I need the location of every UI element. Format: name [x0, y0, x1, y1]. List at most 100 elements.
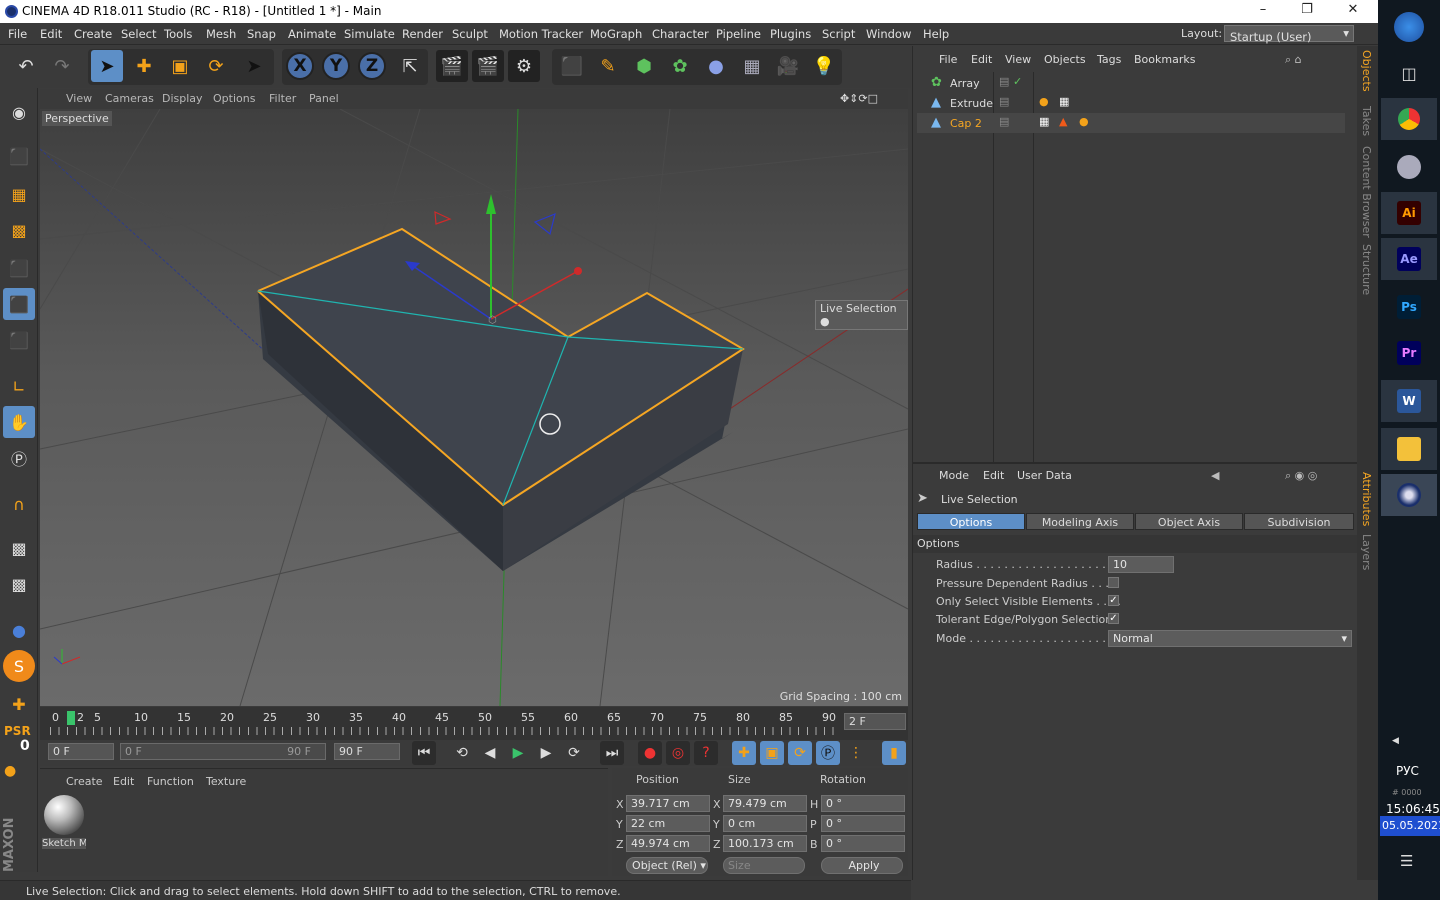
- object-name-array[interactable]: Array: [950, 77, 980, 90]
- after-effects-taskbar-button[interactable]: Ae: [1381, 238, 1437, 280]
- object-name-cap2[interactable]: Cap 2: [950, 117, 982, 130]
- language-indicator[interactable]: РУС: [1396, 764, 1419, 778]
- tolerant-selection-checkbox[interactable]: ✓: [1108, 613, 1119, 624]
- rotation-h-field[interactable]: 0 °: [821, 795, 905, 812]
- chrome-taskbar-button[interactable]: [1381, 98, 1437, 140]
- mat-menu-function[interactable]: Function: [147, 775, 194, 788]
- render-picture-viewer-icon[interactable]: 🎬: [472, 50, 504, 82]
- y-axis-lock-button[interactable]: Y: [322, 52, 350, 80]
- explorer-taskbar-button[interactable]: [1381, 428, 1437, 470]
- task-view-icon[interactable]: ◫: [1381, 52, 1437, 94]
- sculpt-icon[interactable]: ●: [3, 614, 35, 646]
- vp-menu-display[interactable]: Display: [162, 92, 203, 105]
- object-name-extrude[interactable]: Extrude: [950, 97, 993, 110]
- menu-sculpt[interactable]: Sculpt: [452, 27, 488, 41]
- key-pla-icon[interactable]: ⋮: [844, 741, 868, 765]
- side-tab-content-browser[interactable]: Content Browser: [1360, 146, 1373, 238]
- record-icon[interactable]: ●: [638, 741, 662, 765]
- start-button[interactable]: [1381, 6, 1437, 48]
- texture-tag-icon[interactable]: ▦: [1059, 95, 1069, 108]
- points-mode-icon[interactable]: ⬛: [3, 252, 35, 284]
- close-button[interactable]: ✕: [1338, 2, 1368, 20]
- make-editable-icon[interactable]: ◉: [3, 96, 35, 128]
- side-tab-layers[interactable]: Layers: [1360, 534, 1373, 570]
- render-settings-icon[interactable]: ⚙: [508, 50, 540, 82]
- vp-menu-cameras[interactable]: Cameras: [105, 92, 154, 105]
- render-view-icon[interactable]: 🎬: [436, 50, 468, 82]
- menu-plugins[interactable]: Plugins: [770, 27, 811, 41]
- deformer-icon[interactable]: ●: [700, 50, 732, 82]
- move-tool-icon[interactable]: ✚: [128, 50, 160, 82]
- side-tab-takes[interactable]: Takes: [1360, 106, 1373, 136]
- material-swatch[interactable]: Sketch M: [42, 795, 86, 853]
- previous-frame-icon[interactable]: ◀: [478, 741, 502, 765]
- key-parameter-icon[interactable]: Ⓟ: [816, 741, 840, 765]
- autokey-icon[interactable]: ◎: [666, 741, 690, 765]
- vp-menu-options[interactable]: Options: [213, 92, 255, 105]
- premiere-taskbar-button[interactable]: Pr: [1381, 332, 1437, 374]
- menu-create[interactable]: Create: [74, 27, 112, 41]
- axis-mode-icon[interactable]: ∟: [3, 370, 35, 402]
- recent-tool-icon[interactable]: ➤: [238, 50, 270, 82]
- menu-script[interactable]: Script: [822, 27, 855, 41]
- word-taskbar-button[interactable]: W: [1381, 380, 1437, 422]
- cinema4d-taskbar-button[interactable]: [1381, 474, 1437, 516]
- clock-time[interactable]: 15:06:45: [1386, 802, 1440, 816]
- side-tab-objects[interactable]: Objects: [1360, 50, 1373, 92]
- position-z-field[interactable]: 49.974 cm: [626, 835, 710, 852]
- rotation-p-field[interactable]: 0 °: [821, 815, 905, 832]
- tray-expand-icon[interactable]: ◀: [1392, 736, 1399, 746]
- attr-menu-edit[interactable]: Edit: [983, 469, 1004, 482]
- tab-options[interactable]: Options: [917, 513, 1025, 530]
- menu-character[interactable]: Character: [652, 27, 709, 41]
- playhead[interactable]: [67, 711, 75, 725]
- model-mode-icon[interactable]: ⬛: [3, 140, 35, 172]
- position-y-field[interactable]: 22 cm: [626, 815, 710, 832]
- start-frame-field[interactable]: 0 F: [48, 743, 114, 760]
- clock-date[interactable]: 05.05.2021: [1380, 816, 1440, 836]
- viewport-perspective[interactable]: ⬡ Perspective Live Selection ● Grid Spac…: [40, 109, 908, 706]
- timeline-window-icon[interactable]: ▮: [882, 741, 906, 765]
- cloner-icon[interactable]: ✿: [664, 50, 696, 82]
- search-icon[interactable]: ⌕ ⌂: [1285, 53, 1302, 67]
- layer-icon[interactable]: ▤: [999, 75, 1009, 88]
- tab-object-axis[interactable]: Object Axis: [1135, 513, 1243, 530]
- texture-tag-icon[interactable]: ▦: [1039, 115, 1049, 128]
- layout-select[interactable]: Startup (User) ▾: [1224, 25, 1354, 44]
- menu-pipeline[interactable]: Pipeline: [716, 27, 761, 41]
- obj-menu-file[interactable]: File: [939, 53, 957, 66]
- end-frame-field[interactable]: 90 F: [334, 743, 400, 760]
- camera-icon[interactable]: 🎥: [772, 50, 804, 82]
- vp-menu-panel[interactable]: Panel: [309, 92, 339, 105]
- texture-mode-icon[interactable]: ▦: [3, 178, 35, 210]
- enabled-check-icon[interactable]: ✓: [1013, 75, 1022, 88]
- vp-menu-filter[interactable]: Filter: [269, 92, 296, 105]
- key-position-icon[interactable]: ✚: [732, 741, 756, 765]
- tweak-mode-icon[interactable]: ✋: [3, 406, 35, 438]
- illustrator-taskbar-button[interactable]: Ai: [1381, 192, 1437, 234]
- play-icon[interactable]: ▶: [506, 741, 530, 765]
- obj-menu-edit[interactable]: Edit: [971, 53, 992, 66]
- z-axis-lock-button[interactable]: Z: [358, 52, 386, 80]
- tab-modeling-axis[interactable]: Modeling Axis: [1026, 513, 1134, 530]
- coordinate-mode-select[interactable]: Object (Rel) ▾: [626, 857, 708, 874]
- menu-motion-tracker[interactable]: Motion Tracker: [499, 27, 583, 41]
- attr-menu-user-data[interactable]: User Data: [1017, 469, 1072, 482]
- object-row-cap2[interactable]: ▲ Cap 2 ▤ ▦ ▲ ●: [917, 113, 1345, 133]
- visible-elements-checkbox[interactable]: ✓: [1108, 595, 1119, 606]
- frame-range-slider[interactable]: 0 F 90 F: [120, 743, 326, 760]
- keyframe-help-icon[interactable]: ?: [694, 741, 718, 765]
- coordinate-system-icon[interactable]: ⇱: [394, 50, 426, 82]
- workplane-align-icon[interactable]: ▩: [3, 568, 35, 600]
- size-y-field[interactable]: 0 cm: [723, 815, 807, 832]
- menu-help[interactable]: Help: [923, 27, 949, 41]
- close-icon[interactable]: ●: [820, 315, 830, 328]
- minimize-button[interactable]: –: [1248, 2, 1278, 20]
- pen-spline-icon[interactable]: ✎: [592, 50, 624, 82]
- rotation-b-field[interactable]: 0 °: [821, 835, 905, 852]
- phong-tag-icon[interactable]: ●: [1079, 115, 1089, 128]
- next-frame-icon[interactable]: ▶: [534, 741, 558, 765]
- menu-select[interactable]: Select: [121, 27, 156, 41]
- position-x-field[interactable]: 39.717 cm: [626, 795, 710, 812]
- undo-icon[interactable]: ↶: [10, 50, 42, 82]
